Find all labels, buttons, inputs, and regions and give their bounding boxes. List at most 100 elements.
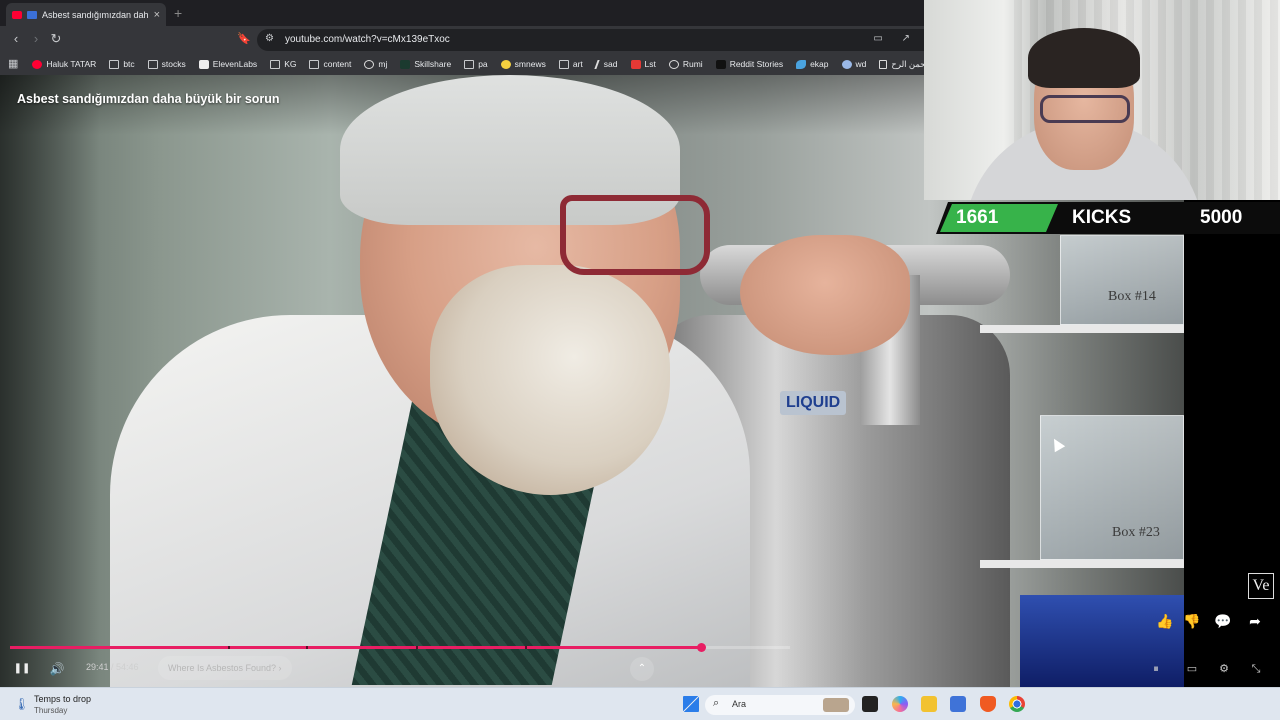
fullscreen-exit-icon[interactable]: ⤡ xyxy=(1247,660,1265,678)
tab-title: Asbest sandığımızdan daha b xyxy=(42,9,149,20)
chapter-divider xyxy=(228,646,231,649)
folder-icon xyxy=(309,59,320,69)
kicks-current: 1661 xyxy=(956,207,999,228)
bookmark-item[interactable]: smnews xyxy=(500,59,546,69)
s-logo-icon xyxy=(630,59,641,69)
reload-button[interactable]: ↻ xyxy=(48,31,64,47)
bird-icon xyxy=(796,59,807,69)
kicks-goal-bar: 1661 KICKS 5000 xyxy=(936,202,1280,234)
bookmark-item[interactable]: ekap xyxy=(796,59,829,69)
translate-favicon-icon xyxy=(27,10,37,19)
kicks-goal: 5000 xyxy=(1200,207,1243,228)
url-text[interactable]: youtube.com/watch?v=cMx139eTxoc xyxy=(285,34,450,45)
site-settings-icon[interactable]: ⚙ xyxy=(265,33,274,44)
streamer-glasses xyxy=(1040,95,1130,123)
bookmark-item[interactable]: ElevenLabs xyxy=(198,59,257,69)
back-button[interactable]: ‹ xyxy=(8,31,24,47)
storage-box xyxy=(1060,235,1184,325)
like-icon[interactable]: 👍 xyxy=(1156,612,1174,630)
windows-taskbar: 🌡 Temps to drop Thursday ⌕ Ara xyxy=(0,687,1280,720)
folder-icon xyxy=(270,59,281,69)
comments-icon[interactable]: 💬 xyxy=(1214,612,1232,630)
globe-icon xyxy=(668,59,679,69)
slash-icon xyxy=(594,59,602,69)
bookmark-item[interactable]: sad xyxy=(594,59,618,69)
bookmark-item[interactable]: wd xyxy=(841,59,866,69)
tab-close-icon[interactable]: × xyxy=(154,9,160,21)
bookmark-item[interactable]: Skillshare xyxy=(400,59,451,69)
scientist-glasses xyxy=(560,195,710,275)
chevron-up-icon[interactable]: ⌃ xyxy=(630,657,654,681)
volume-button[interactable]: 🔊 xyxy=(47,660,67,678)
browser-toolbar: ‹ › ↻ 🔖 ⚙ youtube.com/watch?v=cMx139eTxo… xyxy=(0,26,924,53)
liquid-label: LIQUID xyxy=(780,391,847,415)
chapter-divider xyxy=(415,646,418,649)
bookmark-item[interactable]: content xyxy=(309,59,351,69)
new-tab-button[interactable]: + xyxy=(174,5,182,21)
apps-grid-icon[interactable]: ▦ xyxy=(8,57,18,71)
copilot-icon[interactable] xyxy=(892,696,908,712)
chapter-button[interactable]: Where Is Asbestos Found? › xyxy=(158,656,292,680)
address-bar[interactable]: ⚙ youtube.com/watch?v=cMx139eTxoc ▭ ↗ xyxy=(257,29,924,51)
progress-scrubber[interactable] xyxy=(697,643,707,652)
channel-watermark[interactable]: Ve xyxy=(1248,573,1274,599)
youtube-icon xyxy=(32,59,43,69)
progress-played xyxy=(10,646,702,649)
search-icon: ⌕ xyxy=(713,697,720,709)
taskbar-search[interactable]: ⌕ Ara xyxy=(705,695,855,715)
chapter-divider xyxy=(306,646,309,649)
github-icon xyxy=(364,59,375,69)
subtitles-icon[interactable]: ▭ xyxy=(1183,660,1201,678)
pause-button[interactable]: ❚❚ xyxy=(12,660,32,678)
time-display: 29:41 / 54:46 xyxy=(86,662,139,672)
file-explorer-icon[interactable] xyxy=(921,696,937,712)
box-23-label: Box #23 xyxy=(1112,525,1160,540)
weather-title[interactable]: Temps to drop xyxy=(34,694,91,704)
address-bar-actions[interactable]: ▭ ↗ xyxy=(873,33,918,44)
folder-icon xyxy=(109,59,120,69)
bookmark-item[interactable]: KG xyxy=(270,59,296,69)
chapter-divider xyxy=(524,646,527,649)
brave-icon[interactable] xyxy=(980,696,996,712)
folder-icon xyxy=(464,59,475,69)
tab-youtube[interactable]: Asbest sandığımızdan daha b × xyxy=(6,3,166,26)
bookmark-item[interactable]: الله الرحمن الرح... xyxy=(879,59,924,70)
bookmark-item[interactable]: art xyxy=(558,59,583,69)
windows-start-icon[interactable] xyxy=(683,696,699,712)
youtube-favicon-icon xyxy=(12,10,22,19)
bookmark-item[interactable]: Haluk TATAR xyxy=(32,59,96,69)
kicks-label: KICKS xyxy=(1072,207,1132,228)
task-view-icon[interactable] xyxy=(862,696,878,712)
forward-button[interactable]: › xyxy=(28,31,44,47)
tab-strip: Asbest sandığımızdan daha b × + xyxy=(0,0,924,26)
elevenlabs-icon xyxy=(198,59,209,69)
smile-icon xyxy=(500,59,511,69)
search-label: Ara xyxy=(732,699,747,709)
bookmark-item[interactable]: Reddit Stories xyxy=(715,59,783,69)
screen: Asbest sandığımızdan daha b × + ‹ › ↻ 🔖 … xyxy=(0,0,1280,720)
bookmark-item[interactable]: pa xyxy=(464,59,488,69)
bookmark-item[interactable]: btc xyxy=(109,59,135,69)
d-logo-icon xyxy=(715,59,726,69)
folder-icon xyxy=(147,59,158,69)
bookmark-item[interactable]: stocks xyxy=(147,59,186,69)
chrome-icon[interactable] xyxy=(1009,696,1025,712)
bookmark-item[interactable]: Rumi xyxy=(668,59,703,69)
settings-icon[interactable]: ⚙ xyxy=(1215,660,1233,678)
bookmark-item[interactable]: Lst xyxy=(630,59,656,69)
webcam-overlay xyxy=(924,0,1280,200)
video-title[interactable]: Asbest sandığımızdan daha büyük bir soru… xyxy=(17,92,280,106)
skillshare-icon xyxy=(400,59,411,69)
snipping-tool-icon[interactable] xyxy=(950,696,966,712)
scientist-beard xyxy=(430,265,670,495)
miniplayer-icon[interactable]: ⏸ xyxy=(1147,660,1165,678)
bookmark-item[interactable]: mj xyxy=(364,59,387,69)
thermometer-icon[interactable]: 🌡 xyxy=(14,697,29,711)
bookmarks-bar: ▦ Haluk TATAR btc stocks ElevenLabs KG c… xyxy=(0,53,924,75)
bookmark-icon[interactable]: 🔖 xyxy=(236,31,252,47)
box-14-label: Box #14 xyxy=(1108,289,1156,304)
dislike-icon[interactable]: 👎 xyxy=(1183,612,1201,630)
share-icon[interactable]: ➦ xyxy=(1246,612,1264,630)
folder-icon xyxy=(558,59,569,69)
weather-subtitle[interactable]: Thursday xyxy=(34,706,67,715)
